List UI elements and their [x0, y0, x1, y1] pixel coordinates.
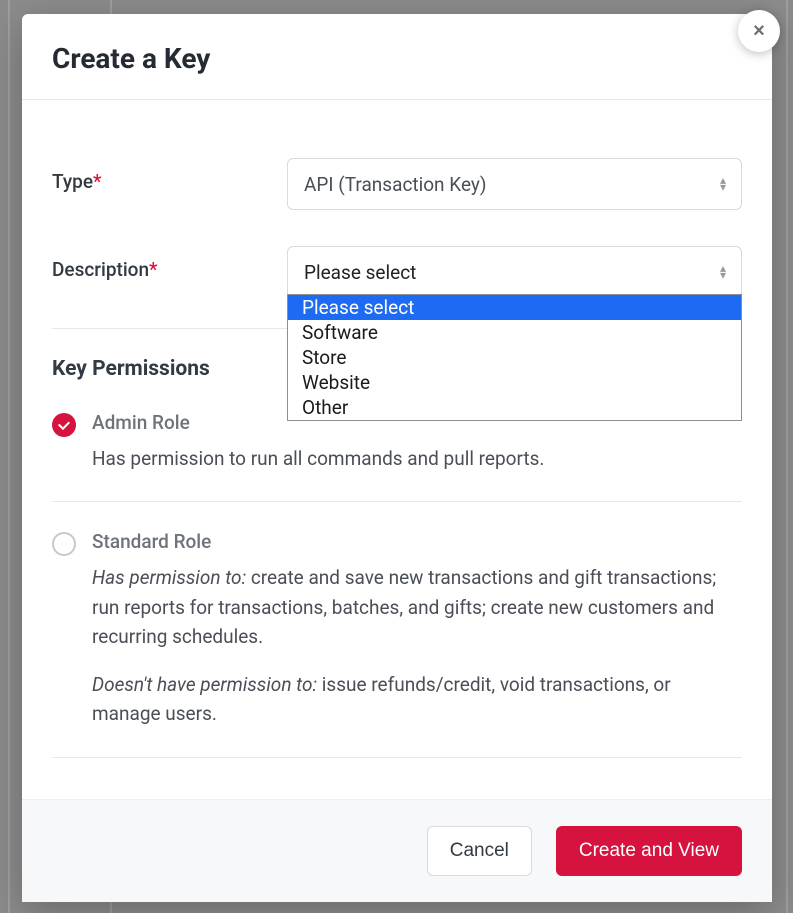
- option-website[interactable]: Website: [288, 370, 741, 395]
- required-marker: *: [149, 258, 157, 281]
- radio-admin[interactable]: [52, 413, 76, 437]
- create-and-view-button[interactable]: Create and View: [556, 826, 742, 876]
- row-description: Description* Please select ▴▾ Please sel…: [52, 246, 742, 298]
- description-dropdown: Please select Software Store Website Oth…: [287, 294, 742, 421]
- row-type: Type* API (Transaction Key) ▴▾: [52, 158, 742, 210]
- option-store[interactable]: Store: [288, 345, 741, 370]
- option-software[interactable]: Software: [288, 320, 741, 345]
- type-select-display: API (Transaction Key): [287, 158, 742, 210]
- description-select[interactable]: Please select ▴▾ Please select Software …: [287, 246, 742, 298]
- option-other[interactable]: Other: [288, 395, 741, 420]
- radio-standard[interactable]: [52, 532, 76, 556]
- cancel-button[interactable]: Cancel: [427, 826, 532, 876]
- type-label: Type*: [52, 158, 287, 193]
- description-select-display: Please select: [287, 246, 742, 298]
- admin-role-desc: Has permission to run all commands and p…: [92, 444, 742, 473]
- modal-scroll[interactable]: Type* API (Transaction Key) ▴▾ Descripti…: [22, 100, 772, 799]
- close-button[interactable]: ×: [738, 10, 780, 52]
- perm-admin[interactable]: Admin Role Has permission to run all com…: [52, 411, 742, 502]
- required-marker: *: [93, 170, 101, 193]
- standard-role-has: Has permission to: create and save new t…: [92, 563, 742, 651]
- perm-standard[interactable]: Standard Role Has permission to: create …: [52, 530, 742, 757]
- modal-header: Create a Key: [22, 14, 772, 100]
- create-key-modal: × Create a Key Type* API (Transaction Ke…: [22, 14, 772, 902]
- modal-footer: Cancel Create and View: [22, 799, 772, 902]
- type-select[interactable]: API (Transaction Key) ▴▾: [287, 158, 742, 210]
- modal-body: Type* API (Transaction Key) ▴▾ Descripti…: [22, 100, 772, 799]
- modal-title: Create a Key: [52, 42, 742, 75]
- description-label: Description*: [52, 246, 287, 281]
- close-icon: ×: [753, 21, 765, 41]
- standard-role-hasnt: Doesn't have permission to: issue refund…: [92, 670, 742, 729]
- standard-role-title: Standard Role: [92, 530, 742, 553]
- option-please-select[interactable]: Please select: [288, 295, 741, 320]
